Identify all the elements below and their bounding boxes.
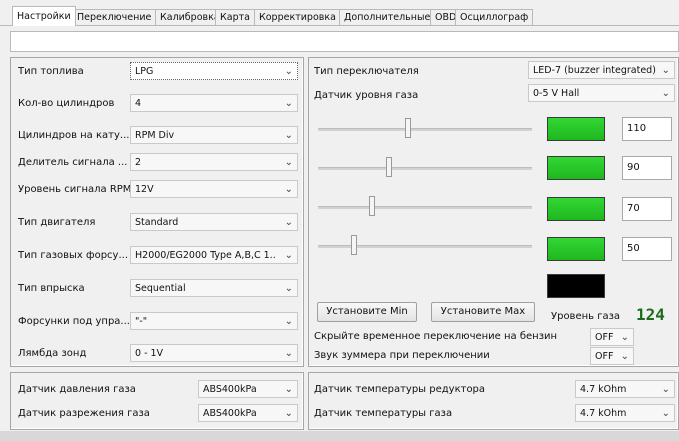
rpm-level-label: Уровень сигнала RPM — [18, 184, 132, 195]
gas-level-value: 124 — [636, 305, 665, 324]
chevron-down-icon: ⌄ — [661, 384, 670, 395]
tab-correction[interactable]: Корректировка — [254, 9, 341, 25]
gas-level-sensor-label: Датчик уровня газа — [314, 90, 419, 101]
rpm-level-select[interactable]: 12V ⌄ — [130, 180, 298, 198]
chevron-down-icon: ⌄ — [284, 384, 293, 395]
tab-bar: Настройки Переключение Калибровка Карта … — [0, 0, 679, 26]
tab-additional[interactable]: Дополнительные — [339, 9, 436, 25]
switch-type-label: Тип переключателя — [314, 66, 419, 77]
engine-type-select[interactable]: Standard ⌄ — [130, 213, 298, 231]
chevron-down-icon: ⌄ — [661, 65, 670, 76]
buzzer-sound-label: Звук зуммера при переключении — [314, 350, 490, 361]
level-slider-thumb-1[interactable] — [404, 118, 411, 138]
fuel-type-label: Тип топлива — [18, 66, 84, 77]
chevron-down-icon: ⌄ — [284, 217, 293, 228]
injection-type-select[interactable]: Sequential ⌄ — [130, 279, 298, 297]
injector-control-select[interactable]: "-" ⌄ — [130, 312, 298, 330]
level-slider-track-3 — [318, 206, 532, 209]
level-indicator-2 — [547, 156, 605, 180]
chevron-down-icon: ⌄ — [620, 332, 629, 343]
level-indicator-3 — [547, 197, 605, 221]
chevron-down-icon: ⌄ — [284, 130, 293, 141]
level-value-3[interactable]: 70 — [622, 197, 672, 221]
reducer-temp-sensor-label: Датчик температуры редуктора — [314, 384, 486, 395]
lambda-probe-label: Лямбда зонд — [18, 348, 87, 359]
level-slider-track-2 — [318, 167, 532, 170]
chevron-down-icon: ⌄ — [284, 348, 293, 359]
chevron-down-icon: ⌄ — [661, 408, 670, 419]
tab-switching[interactable]: Переключение — [72, 9, 157, 25]
level-indicator-4 — [547, 237, 605, 261]
engine-type-label: Тип двигателя — [18, 217, 96, 228]
cylinders-label: Кол-во цилиндров — [18, 98, 115, 109]
status-footer — [0, 431, 679, 441]
gas-pressure-sensor-label: Датчик давления газа — [18, 384, 136, 395]
level-value-2[interactable]: 90 — [622, 156, 672, 180]
chevron-down-icon: ⌄ — [284, 66, 293, 77]
level-value-1[interactable]: 110 — [622, 117, 672, 141]
lambda-probe-select[interactable]: 0 - 1V ⌄ — [130, 344, 298, 362]
cylinders-per-coil-label: Цилиндров на кату... — [18, 130, 130, 141]
tab-map[interactable]: Карта — [215, 9, 255, 25]
gas-vacuum-sensor-select[interactable]: ABS400kPa ⌄ — [198, 404, 298, 422]
chevron-down-icon: ⌄ — [661, 88, 670, 99]
set-min-button[interactable]: Установите Min — [317, 302, 417, 322]
cylinders-per-coil-select[interactable]: RPM Div ⌄ — [130, 126, 298, 144]
level-slider-track-4 — [318, 245, 532, 248]
level-slider-thumb-4[interactable] — [351, 235, 358, 255]
chevron-down-icon: ⌄ — [284, 157, 293, 168]
tab-oscilloscope[interactable]: Осциллограф — [455, 9, 534, 25]
reducer-temp-sensor-select[interactable]: 4.7 kOhm ⌄ — [575, 380, 675, 398]
hide-petrol-switch-label: Скрыйте временное переключение на бензин — [314, 331, 558, 342]
level-slider-thumb-2[interactable] — [385, 157, 392, 177]
gas-level-label: Уровень газа — [551, 311, 621, 322]
chevron-down-icon: ⌄ — [284, 316, 293, 327]
signal-divider-select[interactable]: 2 ⌄ — [130, 153, 298, 171]
level-slider-thumb-3[interactable] — [368, 196, 375, 216]
level-indicator-1 — [547, 117, 605, 141]
top-strip — [10, 31, 679, 52]
chevron-down-icon: ⌄ — [284, 250, 293, 261]
signal-divider-label: Делитель сигнала ... — [18, 157, 128, 168]
gas-temp-sensor-select[interactable]: 4.7 kOhm ⌄ — [575, 404, 675, 422]
hide-petrol-switch-select[interactable]: OFF ⌄ — [590, 328, 634, 346]
gas-pressure-sensor-select[interactable]: ABS400kPa ⌄ — [198, 380, 298, 398]
injection-type-label: Тип впрыска — [18, 283, 85, 294]
cylinders-select[interactable]: 4 ⌄ — [130, 94, 298, 112]
level-value-4[interactable]: 50 — [622, 237, 672, 261]
gas-vacuum-sensor-label: Датчик разрежения газа — [18, 408, 150, 419]
injector-type-label: Тип газовых форсу... — [18, 250, 128, 261]
switch-type-select[interactable]: LED-7 (buzzer integrated) ⌄ — [528, 61, 675, 79]
injector-control-label: Форсунки под упра... — [18, 316, 130, 327]
chevron-down-icon: ⌄ — [284, 184, 293, 195]
level-slider-track-1 — [318, 128, 532, 131]
tab-settings[interactable]: Настройки — [12, 6, 76, 26]
buzzer-sound-select[interactable]: OFF ⌄ — [590, 347, 634, 365]
gas-level-sensor-select[interactable]: 0-5 V Hall ⌄ — [528, 84, 675, 102]
chevron-down-icon: ⌄ — [620, 351, 629, 362]
chevron-down-icon: ⌄ — [284, 408, 293, 419]
chevron-down-icon: ⌄ — [284, 98, 293, 109]
chevron-down-icon: ⌄ — [284, 283, 293, 294]
level-indicator-5 — [547, 274, 605, 298]
set-max-button[interactable]: Установите Max — [431, 302, 535, 322]
fuel-type-select[interactable]: LPG ⌄ — [130, 62, 298, 80]
gas-temp-sensor-label: Датчик температуры газа — [314, 408, 453, 419]
tab-bar-border — [0, 25, 679, 26]
injector-type-select[interactable]: H2000/EG2000 Type A,B,C 1.... ⌄ — [130, 246, 298, 264]
